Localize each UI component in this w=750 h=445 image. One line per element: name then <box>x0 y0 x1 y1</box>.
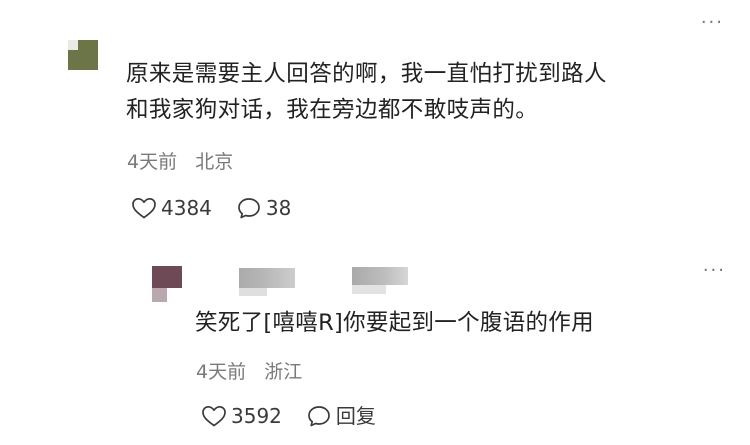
reply-button[interactable]: 回复 <box>306 402 376 430</box>
like-count: 4384 <box>161 196 212 220</box>
comment-location: 北京 <box>195 151 234 173</box>
heart-outline-icon <box>132 197 156 219</box>
comment-text: 原来是需要主人回答的啊，我一直怕打扰到路人 和我家狗对话，我在旁边都不敢吱声的。 <box>126 56 716 128</box>
reply-text: 笑死了[嘻嘻R]你要起到一个腹语的作用 <box>195 310 594 336</box>
speech-bubble-icon <box>308 406 330 427</box>
reply-more-options-button[interactable]: ··· <box>703 262 726 280</box>
reply-actions: 3592 回复 <box>201 402 376 430</box>
comment-time: 4天前 <box>127 151 178 173</box>
speech-bubble-icon <box>238 198 260 219</box>
comment-button[interactable]: 38 <box>236 194 291 222</box>
like-button[interactable]: 4384 <box>131 194 212 222</box>
comment-text-line: 原来是需要主人回答的啊，我一直怕打扰到路人 <box>126 61 607 87</box>
replier-avatar[interactable] <box>152 266 182 302</box>
reply-time: 4天前 <box>196 361 247 383</box>
blurred-username <box>239 288 267 296</box>
blurred-reply-target <box>352 267 408 285</box>
reply-like-button[interactable]: 3592 <box>201 402 282 430</box>
comment-actions: 4384 38 <box>131 194 291 222</box>
heart-outline-icon <box>202 405 226 427</box>
commenter-avatar[interactable] <box>68 40 98 70</box>
reply-location: 浙江 <box>264 361 303 383</box>
reply-label: 回复 <box>335 404 376 428</box>
reply-meta: 4天前 浙江 <box>196 359 302 385</box>
reply-like-count: 3592 <box>231 404 282 428</box>
comment-count: 38 <box>265 196 292 220</box>
more-options-button[interactable]: ··· <box>701 14 724 32</box>
blurred-reply-target <box>352 285 386 294</box>
comment-text-line: 和我家狗对话，我在旁边都不敢吱声的。 <box>126 97 539 123</box>
blurred-username <box>239 268 295 288</box>
comment-meta: 4天前 北京 <box>127 149 233 175</box>
